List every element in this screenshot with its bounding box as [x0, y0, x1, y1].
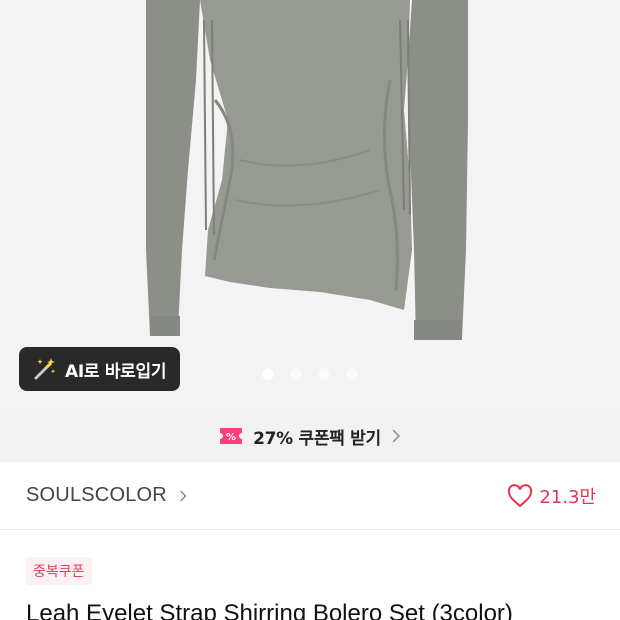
duplicate-coupon-badge: 중복쿠폰 [26, 557, 92, 585]
coupon-pack-label: 27% 쿠폰팩 받기 [253, 428, 381, 449]
carousel-indicator [262, 368, 358, 380]
coupon-pack-banner[interactable]: % 27% 쿠폰팩 받기 [0, 410, 620, 462]
like-button[interactable]: 21.3만 [507, 483, 596, 509]
carousel-dot[interactable] [262, 368, 274, 380]
carousel-dot[interactable] [346, 368, 358, 380]
chevron-right-icon [392, 429, 400, 443]
magic-wand-icon [34, 358, 56, 380]
ai-try-on-label: AI로 바로입기 [65, 361, 167, 382]
coupon-ticket-icon: % [220, 428, 243, 444]
carousel-dot[interactable] [290, 368, 302, 380]
product-title: Leah Eyelet Strap Shirring Bolero Set (3… [26, 600, 513, 620]
product-image-carousel[interactable]: AI로 바로입기 [0, 0, 620, 410]
brand-name-link[interactable]: SOULSCOLOR [26, 484, 167, 507]
like-count: 21.3만 [539, 486, 596, 508]
carousel-dot[interactable] [318, 368, 330, 380]
svg-text:%: % [226, 432, 236, 443]
chevron-right-icon[interactable] [179, 490, 187, 502]
ai-try-on-button[interactable]: AI로 바로입기 [19, 347, 180, 391]
brand-row: SOULSCOLOR 21.3만 [0, 462, 620, 530]
heart-icon [508, 483, 533, 507]
